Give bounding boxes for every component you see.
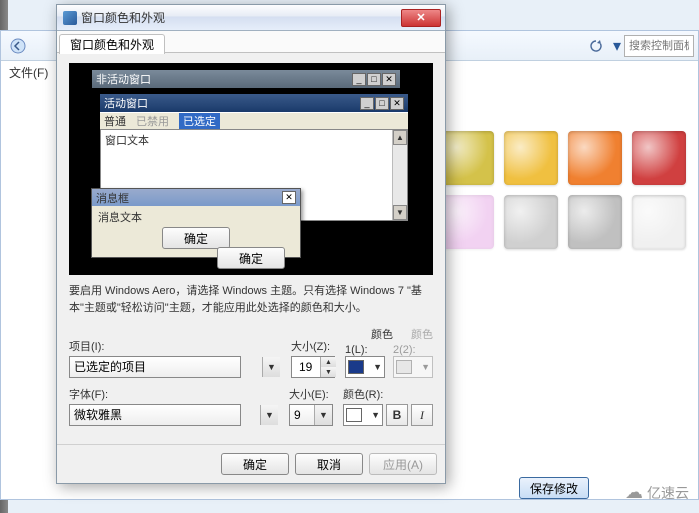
ok-button[interactable]: 确定 bbox=[221, 453, 289, 475]
preview-area: 非活动窗口 _ □ ✕ 活动窗口 _ □ ✕ bbox=[69, 63, 433, 275]
watermark: ☁ 亿速云 bbox=[625, 482, 689, 503]
chevron-down-icon: ▼ bbox=[371, 410, 380, 420]
max-icon: □ bbox=[375, 97, 389, 110]
info-text: 要启用 Windows Aero，请选择 Windows 主题。只有选择 Win… bbox=[69, 283, 433, 316]
apply-button: 应用(A) bbox=[369, 453, 437, 475]
preview-active-window: 活动窗口 _ □ ✕ 普通 已禁用 已选定 窗口文本 ▲ ▼ bbox=[99, 93, 409, 222]
swatch-pink[interactable] bbox=[440, 195, 494, 249]
tab-appearance[interactable]: 窗口颜色和外观 bbox=[59, 34, 165, 54]
close-icon: ✕ bbox=[382, 73, 396, 86]
color1-button[interactable]: ▼ bbox=[345, 356, 385, 378]
close-icon: ✕ bbox=[390, 97, 404, 110]
spin-down-icon[interactable]: ▼ bbox=[321, 367, 336, 377]
inactive-window-title: 非活动窗口 bbox=[96, 71, 151, 87]
scroll-up-icon: ▲ bbox=[393, 130, 407, 145]
msgbox-ok-button: 确定 bbox=[162, 227, 230, 249]
preview-inactive-window: 非活动窗口 _ □ ✕ bbox=[91, 69, 401, 89]
scroll-down-icon: ▼ bbox=[393, 205, 407, 220]
swatch-white[interactable] bbox=[632, 195, 686, 249]
size-label: 大小(Z): bbox=[291, 338, 335, 354]
menu-normal: 普通 bbox=[104, 113, 126, 129]
preview-ok-button: 确定 bbox=[217, 247, 285, 269]
color-header-2: 颜色 bbox=[411, 326, 433, 342]
dialog-buttons: 确定 取消 应用(A) bbox=[57, 444, 445, 483]
appearance-dialog: 窗口颜色和外观 ✕ 窗口颜色和外观 非活动窗口 _ □ ✕ 活动窗口 bbox=[56, 4, 446, 484]
watermark-text: 亿速云 bbox=[647, 483, 689, 503]
active-window-title: 活动窗口 bbox=[104, 95, 148, 111]
refresh-icon bbox=[589, 39, 603, 53]
swatch-orange[interactable] bbox=[568, 131, 622, 185]
color1-swatch bbox=[348, 360, 364, 374]
cloud-icon: ☁ bbox=[625, 482, 643, 503]
msgbox-title: 消息框 bbox=[96, 190, 129, 206]
msgbox-text: 消息文本 bbox=[98, 209, 294, 225]
color2-button: ▼ bbox=[393, 356, 433, 378]
preview-content: 窗口文本 ▲ ▼ 消息框 ✕ 消息文本 确定 bbox=[100, 129, 408, 221]
size-input[interactable] bbox=[296, 360, 320, 374]
menu-file[interactable]: 文件(F) bbox=[9, 64, 48, 81]
font-size-select[interactable]: 9 ▼ bbox=[289, 404, 333, 426]
back-arrow-icon bbox=[10, 38, 26, 54]
swatch-gold[interactable] bbox=[504, 131, 558, 185]
chevron-down-icon: ▼ bbox=[421, 362, 430, 372]
font-color-label: 颜色(R): bbox=[343, 386, 433, 402]
app-icon bbox=[63, 11, 77, 25]
titlebar[interactable]: 窗口颜色和外观 ✕ bbox=[57, 5, 445, 31]
font-color-button[interactable]: ▼ bbox=[343, 404, 383, 426]
item-select[interactable]: 已选定的项目 ▼ bbox=[69, 356, 281, 378]
italic-button[interactable]: I bbox=[411, 404, 433, 426]
color-header: 颜色 bbox=[371, 326, 393, 342]
swatch-violet[interactable] bbox=[504, 195, 558, 249]
refresh-button[interactable] bbox=[586, 36, 606, 56]
swatch-gray[interactable] bbox=[568, 195, 622, 249]
dialog-title: 窗口颜色和外观 bbox=[81, 9, 401, 26]
tab-strip: 窗口颜色和外观 bbox=[57, 31, 445, 53]
color2-label: 2(2): bbox=[393, 344, 433, 356]
msgbox-close-icon: ✕ bbox=[282, 191, 296, 204]
max-icon: □ bbox=[367, 73, 381, 86]
font-size-label: 大小(E): bbox=[289, 386, 333, 402]
font-color-swatch bbox=[346, 408, 362, 422]
font-label: 字体(F): bbox=[69, 386, 279, 402]
min-icon: _ bbox=[352, 73, 366, 86]
color1-label: 1(L): bbox=[345, 344, 385, 356]
menu-disabled: 已禁用 bbox=[136, 113, 169, 129]
swatch-olive[interactable] bbox=[440, 131, 494, 185]
size-spinner[interactable]: ▲▼ bbox=[291, 356, 335, 378]
swatch-red[interactable] bbox=[632, 131, 686, 185]
close-button[interactable]: ✕ bbox=[401, 9, 441, 27]
min-icon: _ bbox=[360, 97, 374, 110]
cancel-button[interactable]: 取消 bbox=[295, 453, 363, 475]
menu-selected: 已选定 bbox=[179, 113, 220, 129]
dropdown-icon[interactable]: ▾ bbox=[610, 36, 624, 56]
color-swatches bbox=[440, 131, 686, 249]
item-row: 项目(I): 已选定的项目 ▼ 大小(Z): ▲▼ 颜色 颜色 bbox=[69, 326, 433, 378]
chevron-down-icon: ▼ bbox=[373, 362, 382, 372]
back-button[interactable] bbox=[5, 34, 31, 58]
font-select[interactable]: 微软雅黑 ▼ bbox=[69, 404, 279, 426]
bold-button[interactable]: B bbox=[386, 404, 408, 426]
font-row: 字体(F): 微软雅黑 ▼ 大小(E): 9 ▼ 颜色(R): ▼ bbox=[69, 386, 433, 426]
scrollbar: ▲ ▼ bbox=[392, 130, 407, 220]
search-input[interactable] bbox=[624, 35, 694, 57]
color2-swatch bbox=[396, 360, 412, 374]
chevron-down-icon: ▼ bbox=[260, 405, 278, 425]
spin-up-icon[interactable]: ▲ bbox=[321, 357, 336, 367]
preview-menubar: 普通 已禁用 已选定 bbox=[100, 112, 408, 129]
save-changes-button[interactable]: 保存修改 bbox=[519, 477, 589, 499]
chevron-down-icon: ▼ bbox=[262, 357, 280, 377]
item-label: 项目(I): bbox=[69, 338, 281, 354]
window-text: 窗口文本 bbox=[105, 135, 149, 147]
